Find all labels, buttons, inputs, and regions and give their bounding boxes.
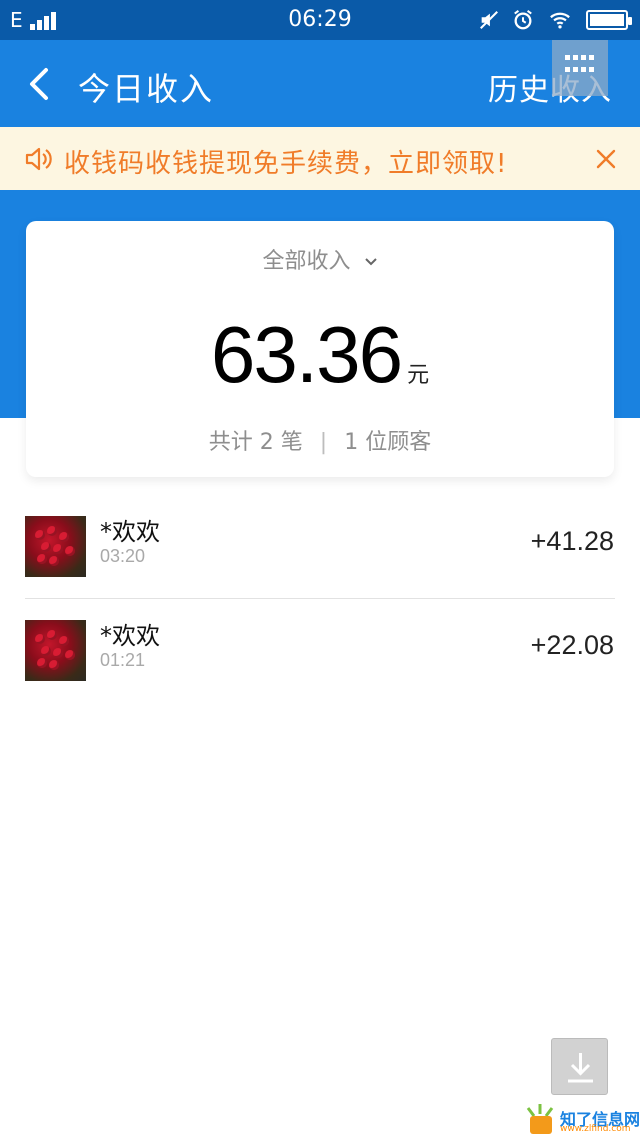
transaction-count: 2 <box>259 430 274 455</box>
stats-separator: | <box>319 430 328 455</box>
grid-dots-icon <box>565 55 595 77</box>
payer-name: *欢欢 <box>100 518 160 546</box>
transaction-time: 01:21 <box>100 650 146 670</box>
customers-suffix: 位顾客 <box>365 430 432 455</box>
income-summary-card: 全部收入 63.36 元 共计 2 笔 | 1 位顾客 <box>26 221 614 477</box>
battery-icon <box>586 10 632 30</box>
back-arrow-icon[interactable] <box>22 64 58 104</box>
alarm-icon <box>514 10 532 30</box>
wifi-icon <box>550 12 570 29</box>
avatar <box>25 620 86 681</box>
transaction-amount: +41.28 <box>530 526 614 556</box>
avatar <box>25 516 86 577</box>
download-icon <box>568 1053 593 1083</box>
app-header: 今日收入 历史收入 <box>0 40 640 127</box>
transaction-time: 03:20 <box>100 546 146 566</box>
chevron-down-icon <box>364 258 377 266</box>
speaker-icon <box>25 147 52 171</box>
income-filter-dropdown[interactable]: 全部收入 <box>26 243 614 275</box>
transaction-stats: 共计 2 笔 | 1 位顾客 <box>26 424 614 456</box>
menu-grid-button[interactable] <box>552 40 608 96</box>
currency-unit: 元 <box>407 363 430 388</box>
transaction-row[interactable]: *欢欢 03:20 +41.28 <box>0 494 640 598</box>
total-amount: 63.36 <box>210 310 403 399</box>
mute-icon <box>480 11 498 29</box>
transaction-row[interactable]: *欢欢 01:21 +22.08 <box>0 598 640 702</box>
promo-notice-bar[interactable]: 收钱码收钱提现免手续费，立即领取! <box>0 127 640 190</box>
count-suffix: 笔 <box>280 430 303 455</box>
watermark-url: www.zlfind.com <box>560 1124 631 1134</box>
transaction-amount: +22.08 <box>530 630 614 660</box>
payer-name: *欢欢 <box>100 622 160 650</box>
customer-count: 1 <box>344 430 359 455</box>
filter-label: 全部收入 <box>262 249 351 274</box>
notice-text: 收钱码收钱提现免手续费，立即领取! <box>64 149 508 179</box>
download-button[interactable] <box>551 1038 608 1095</box>
site-watermark: 知了信息网 www.zlfind.com <box>520 1102 640 1137</box>
status-bar: E 06:29 <box>0 0 640 40</box>
watermark-logo <box>526 1104 554 1134</box>
count-prefix: 共计 <box>208 430 253 455</box>
close-icon[interactable] <box>594 147 618 171</box>
page-title: 今日收入 <box>78 70 215 108</box>
